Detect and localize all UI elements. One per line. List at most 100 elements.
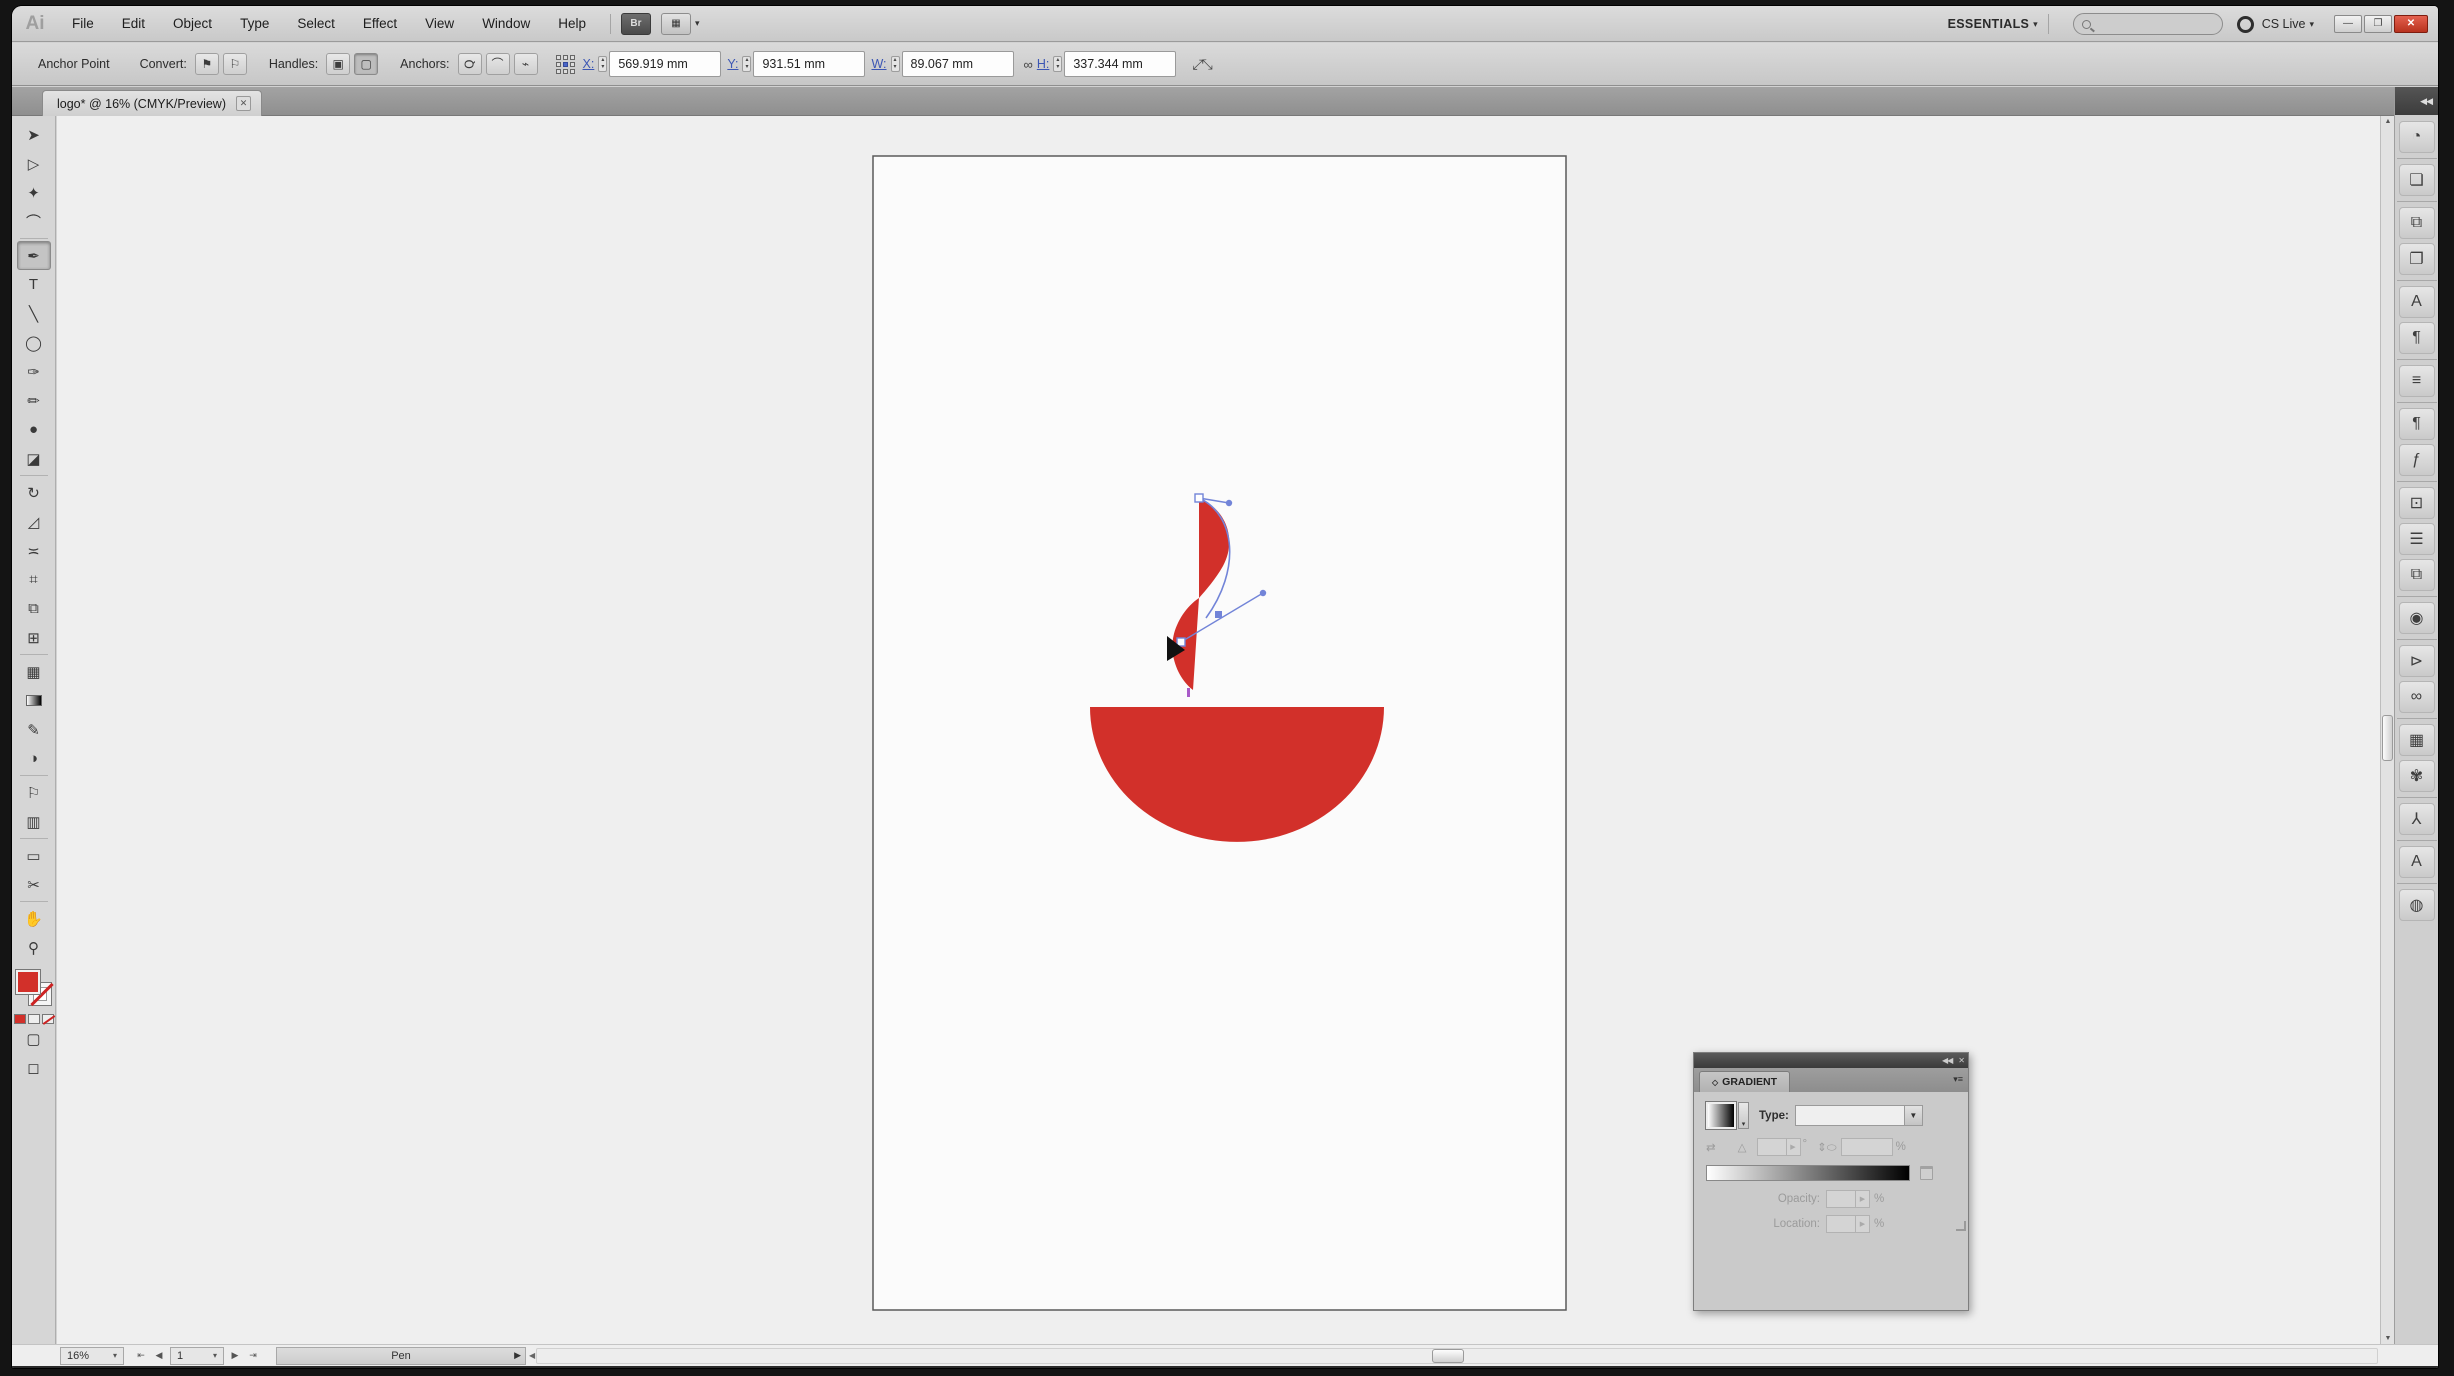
- menu-item-view[interactable]: View: [411, 6, 468, 42]
- handle-endpoint-mid[interactable]: [1260, 590, 1266, 596]
- vertical-scrollbar[interactable]: ▲ ▼: [2380, 116, 2394, 1344]
- perspective-grid-tool[interactable]: ⊞: [17, 623, 51, 652]
- h-label[interactable]: H:: [1037, 57, 1050, 71]
- panel-resize-grip[interactable]: [1956, 1221, 1966, 1231]
- transform-options-icon[interactable]: ⤢⤡: [1192, 56, 1210, 73]
- scroll-up-icon[interactable]: ▲: [2381, 118, 2395, 125]
- graphic-styles-panel-icon[interactable]: ⧉: [2399, 207, 2435, 239]
- first-artboard-button[interactable]: ⇤: [132, 1350, 150, 1361]
- location-field[interactable]: ▶: [1826, 1215, 1870, 1233]
- transform-panel-icon[interactable]: ⊡: [2399, 487, 2435, 519]
- appearance-grid-panel-icon[interactable]: ▦: [2399, 724, 2435, 756]
- w-input[interactable]: [902, 51, 1014, 77]
- artboard-number-dropdown[interactable]: 1 ▾: [170, 1347, 224, 1365]
- gradient-type-dropdown[interactable]: ▼: [1795, 1105, 1923, 1126]
- x-stepper[interactable]: ▴▾: [598, 56, 607, 72]
- color-guide-panel-icon[interactable]: ✾: [2399, 760, 2435, 792]
- artboard-tool[interactable]: ▭: [17, 841, 51, 870]
- restore-button[interactable]: ❐: [2364, 15, 2392, 33]
- close-button[interactable]: ✕: [2394, 15, 2428, 33]
- menu-item-help[interactable]: Help: [544, 6, 600, 42]
- gradient-slider[interactable]: [1706, 1165, 1910, 1181]
- panel-close-icon[interactable]: ✕: [1958, 1056, 1964, 1065]
- symbols-panel-icon[interactable]: ⊳: [2399, 645, 2435, 677]
- menu-item-object[interactable]: Object: [159, 6, 226, 42]
- transparency-panel-icon[interactable]: ◉: [2399, 602, 2435, 634]
- reference-point-icon[interactable]: [556, 55, 575, 74]
- eraser-tool[interactable]: ◪: [17, 444, 51, 473]
- drawing-modes-button[interactable]: ▢: [17, 1024, 51, 1053]
- x-label[interactable]: X:: [583, 57, 595, 71]
- aspect-ratio-field[interactable]: [1841, 1138, 1893, 1156]
- type-tool[interactable]: T: [17, 270, 51, 299]
- column-graph-tool[interactable]: ▥: [17, 807, 51, 836]
- w-label[interactable]: W:: [871, 57, 886, 71]
- vertical-scroll-thumb[interactable]: [2382, 715, 2393, 761]
- align-panel-icon[interactable]: ☰: [2399, 523, 2435, 555]
- zoom-level-dropdown[interactable]: 16% ▾: [60, 1347, 124, 1365]
- magic-wand-tool[interactable]: ✦: [17, 178, 51, 207]
- scroll-left-icon[interactable]: ◀: [529, 1351, 535, 1360]
- menu-item-edit[interactable]: Edit: [108, 6, 159, 42]
- line-segment-tool[interactable]: ╲: [17, 299, 51, 328]
- navigator-panel-icon[interactable]: ◍: [2399, 889, 2435, 921]
- zoom-tool[interactable]: ⚲: [17, 933, 51, 962]
- cs-live-caret-icon[interactable]: ▾: [2309, 19, 2314, 30]
- panel-menu-icon[interactable]: ▾≡: [1953, 1074, 1963, 1085]
- cs-live-menu[interactable]: CS Live: [2262, 17, 2306, 31]
- convert-to-corner-icon[interactable]: ⚑: [195, 53, 219, 75]
- location-field-btn-icon[interactable]: ▶: [1855, 1216, 1869, 1232]
- pen-tool[interactable]: ✒: [17, 241, 51, 270]
- swatches-panel-icon[interactable]: ❏: [2399, 164, 2435, 196]
- status-menu-icon[interactable]: ▶: [514, 1350, 521, 1361]
- fill-color-swatch[interactable]: [16, 970, 40, 994]
- arrange-documents-caret-icon[interactable]: ▾: [695, 18, 700, 29]
- bridge-button[interactable]: Br: [621, 13, 651, 35]
- blend-tool[interactable]: ◑: [17, 744, 51, 773]
- color-panel-icon[interactable]: ◔: [2399, 121, 2435, 153]
- menu-item-file[interactable]: File: [58, 6, 108, 42]
- x-input[interactable]: [609, 51, 721, 77]
- panel-collapse-icon[interactable]: ◀◀: [1942, 1056, 1952, 1065]
- artboards-panel-icon[interactable]: A: [2399, 846, 2435, 878]
- anchor-point-top[interactable]: [1195, 494, 1203, 502]
- menu-item-type[interactable]: Type: [226, 6, 283, 42]
- pathfinder-panel-icon[interactable]: ⧉: [2399, 559, 2435, 591]
- opacity-field-btn-icon[interactable]: ▶: [1855, 1191, 1869, 1207]
- scale-tool[interactable]: ◿: [17, 507, 51, 536]
- ellipse-tool[interactable]: ◯: [17, 328, 51, 357]
- stroke-panel-icon[interactable]: ≡: [2399, 365, 2435, 397]
- pencil-tool[interactable]: ✏: [17, 386, 51, 415]
- rotate-tool[interactable]: ↻: [17, 478, 51, 507]
- prev-artboard-button[interactable]: ◀: [150, 1350, 168, 1361]
- gradient-panel[interactable]: ◀◀ ✕ ◇ GRADIENT ▾≡ ▾ Type: ▼ ⇄ △: [1693, 1052, 1969, 1311]
- reverse-gradient-icon[interactable]: ⇄: [1706, 1140, 1716, 1154]
- h-input[interactable]: [1064, 51, 1176, 77]
- gradient-fill-swatch[interactable]: [1706, 1102, 1736, 1129]
- cut-path-icon[interactable]: ⌁: [514, 53, 538, 75]
- arrange-documents-button[interactable]: ▦: [661, 13, 691, 35]
- symbol-sprayer-tool[interactable]: ⚐: [17, 778, 51, 807]
- paintbrush-tool[interactable]: ✑: [17, 357, 51, 386]
- canvas[interactable]: [57, 116, 2380, 1344]
- connect-path-icon[interactable]: ⌒: [486, 53, 510, 75]
- dock-expand-button[interactable]: ◀◀: [2395, 87, 2438, 115]
- color-mode-button[interactable]: [14, 1014, 26, 1024]
- horizontal-scrollbar[interactable]: ◀: [536, 1348, 2378, 1364]
- screen-mode-button[interactable]: ◻: [17, 1053, 51, 1082]
- free-transform-tool[interactable]: ⌗: [17, 565, 51, 594]
- h-stepper[interactable]: ▴▾: [1053, 56, 1062, 72]
- status-tool-indicator[interactable]: Pen ▶: [276, 1347, 526, 1365]
- eyedropper-tool[interactable]: ✎: [17, 715, 51, 744]
- paragraph-styles-panel-icon[interactable]: ¶: [2399, 322, 2435, 354]
- horizontal-scroll-thumb[interactable]: [1432, 1349, 1464, 1363]
- selection-tool[interactable]: ➤: [17, 120, 51, 149]
- width-tool[interactable]: ≍: [17, 536, 51, 565]
- document-tab[interactable]: logo* @ 16% (CMYK/Preview) ✕: [42, 90, 262, 116]
- y-label[interactable]: Y:: [727, 57, 738, 71]
- symbol-tools-panel-icon[interactable]: ⅄: [2399, 803, 2435, 835]
- paragraph-panel-icon[interactable]: ¶: [2399, 408, 2435, 440]
- minimize-button[interactable]: —: [2334, 15, 2362, 33]
- last-artboard-button[interactable]: ⇥: [244, 1350, 262, 1361]
- menu-item-window[interactable]: Window: [468, 6, 544, 42]
